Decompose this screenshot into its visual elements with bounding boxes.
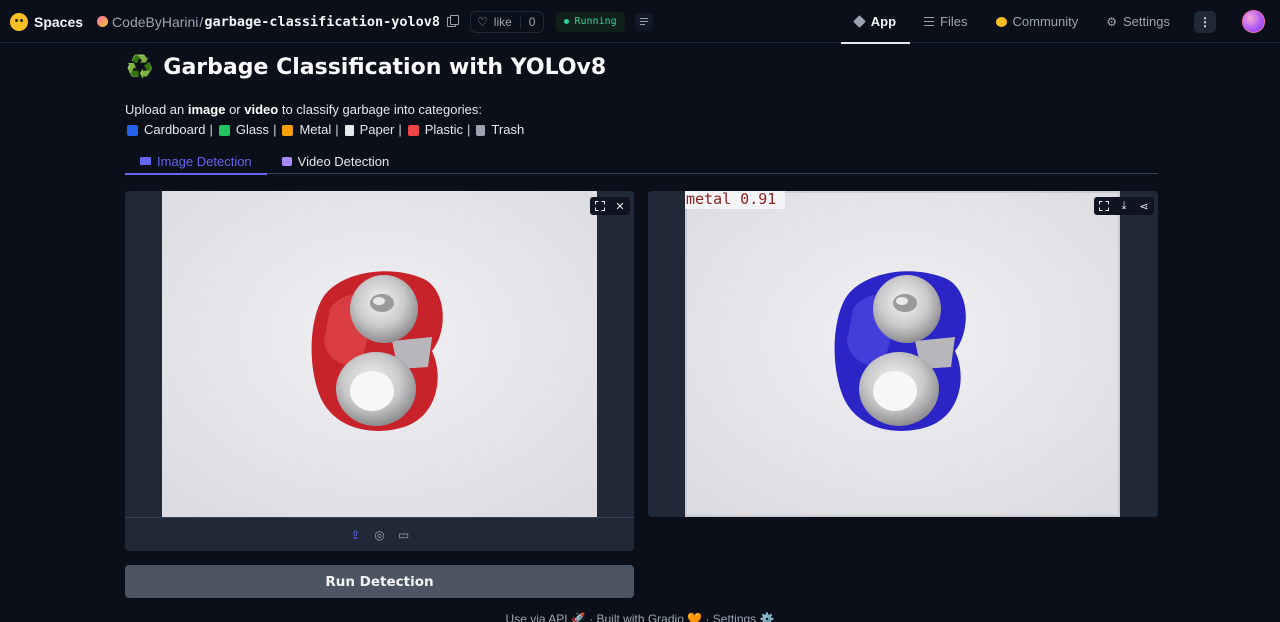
user-avatar[interactable]: [1242, 10, 1265, 33]
logs-icon[interactable]: [634, 12, 653, 31]
category-plastic: Plastic: [424, 122, 464, 137]
upload-icon[interactable]: ⇪: [349, 528, 363, 542]
image-icon: [140, 157, 151, 165]
output-image-panel: metal 0.91 ⤓ ⋖: [648, 191, 1158, 517]
owner-avatar: [97, 16, 109, 27]
status-dot-icon: [564, 19, 570, 24]
tab-video-detection-label: Video Detection: [297, 153, 390, 169]
tab-files[interactable]: Files: [910, 0, 981, 43]
desc-video: video: [244, 102, 279, 117]
category-list: Cardboard | Glass | Metal | Paper | Plas…: [125, 120, 524, 140]
category-metal: Metal: [299, 122, 332, 137]
category-separator: |: [209, 122, 213, 137]
video-camera-icon: [281, 156, 292, 166]
tab-community[interactable]: Community: [982, 0, 1093, 43]
huggingface-logo-icon[interactable]: [10, 12, 28, 31]
fullscreen-icon[interactable]: [590, 197, 610, 215]
desc-or: or: [225, 102, 245, 117]
category-separator: |: [335, 122, 339, 137]
tab-settings-label: Settings: [1123, 14, 1170, 29]
webcam-icon[interactable]: ◎: [373, 528, 387, 542]
tab-image-detection[interactable]: Image Detection: [125, 148, 267, 175]
category-paper: Paper: [359, 122, 395, 137]
owner-link[interactable]: CodeByHarini: [112, 14, 198, 30]
output-image-toolbar: ⤓ ⋖: [1094, 197, 1154, 215]
output-image: metal 0.91: [685, 191, 1120, 517]
share-icon[interactable]: ⋖: [1134, 197, 1154, 215]
like-count: 0: [519, 14, 544, 29]
category-trash: Trash: [491, 122, 525, 137]
desc-image: image: [187, 102, 226, 117]
gear-icon: ⚙: [1106, 14, 1118, 29]
plastic-square-icon: [407, 124, 419, 136]
tab-community-label: Community: [1012, 14, 1079, 29]
top-navbar: Spaces CodeByHarini / garbage-classifica…: [0, 0, 1280, 44]
fullscreen-icon[interactable]: [1094, 197, 1114, 215]
heart-icon: ♡: [477, 14, 488, 29]
detection-tabs: Image Detection Video Detection: [125, 148, 1158, 175]
files-icon: [924, 17, 935, 26]
input-image-panel: ✕ ⇪ ◎ ▭: [125, 191, 634, 551]
crushed-can-image: [162, 191, 597, 517]
description-line: Upload an image or video to classify gar…: [125, 100, 524, 120]
like-button[interactable]: ♡ like 0: [470, 10, 545, 33]
recycle-icon: ♻️: [126, 55, 154, 80]
page-title: ♻️ Garbage Classification with YOLOv8: [126, 55, 606, 80]
status-text: Running: [574, 16, 617, 27]
image-source-bar: ⇪ ◎ ▭: [125, 517, 634, 551]
spaces-link[interactable]: Spaces: [34, 14, 83, 30]
cardboard-square-icon: [127, 124, 138, 136]
clipboard-icon[interactable]: ▭: [397, 528, 411, 542]
more-options-button[interactable]: ⋮: [1194, 10, 1216, 33]
status-badge: Running: [556, 11, 625, 32]
detection-label: metal 0.91: [686, 191, 777, 208]
tab-image-detection-label: Image Detection: [157, 153, 252, 169]
detected-can-image: [685, 191, 1120, 517]
tab-files-label: Files: [940, 14, 968, 29]
cube-icon: [852, 15, 866, 28]
repo-name[interactable]: garbage-classification-yolov8: [204, 14, 440, 30]
footer-links[interactable]: Use via API 🚀 · Built with Gradio 🧡 · Se…: [0, 612, 1280, 622]
category-glass: Glass: [235, 122, 270, 137]
page-title-text: Garbage Classification with YOLOv8: [163, 55, 607, 80]
category-separator: |: [467, 122, 471, 137]
description: Upload an image or video to classify gar…: [125, 100, 524, 140]
category-cardboard: Cardboard: [144, 122, 206, 137]
desc-prefix: Upload an: [125, 102, 188, 117]
download-icon[interactable]: ⤓: [1114, 197, 1134, 215]
category-separator: |: [398, 122, 402, 137]
desc-suffix: to classify garbage into categories:: [278, 102, 483, 117]
community-icon: [995, 16, 1007, 27]
trash-bin-icon: [476, 124, 486, 136]
tab-video-detection[interactable]: Video Detection: [267, 148, 405, 174]
input-image: [162, 191, 597, 517]
tab-app-label: App: [870, 14, 897, 29]
paper-page-icon: [344, 124, 354, 136]
metal-square-icon: [282, 124, 294, 136]
tab-settings[interactable]: ⚙ Settings: [1092, 0, 1184, 43]
path-separator: /: [199, 13, 204, 30]
tab-app[interactable]: App: [840, 0, 911, 44]
copy-icon[interactable]: [447, 14, 460, 27]
like-label: like: [493, 14, 512, 29]
run-detection-button[interactable]: Run Detection: [125, 565, 634, 598]
input-image-toolbar: ✕: [590, 197, 630, 215]
category-separator: |: [273, 122, 277, 137]
close-icon[interactable]: ✕: [610, 197, 630, 215]
glass-square-icon: [218, 124, 230, 136]
